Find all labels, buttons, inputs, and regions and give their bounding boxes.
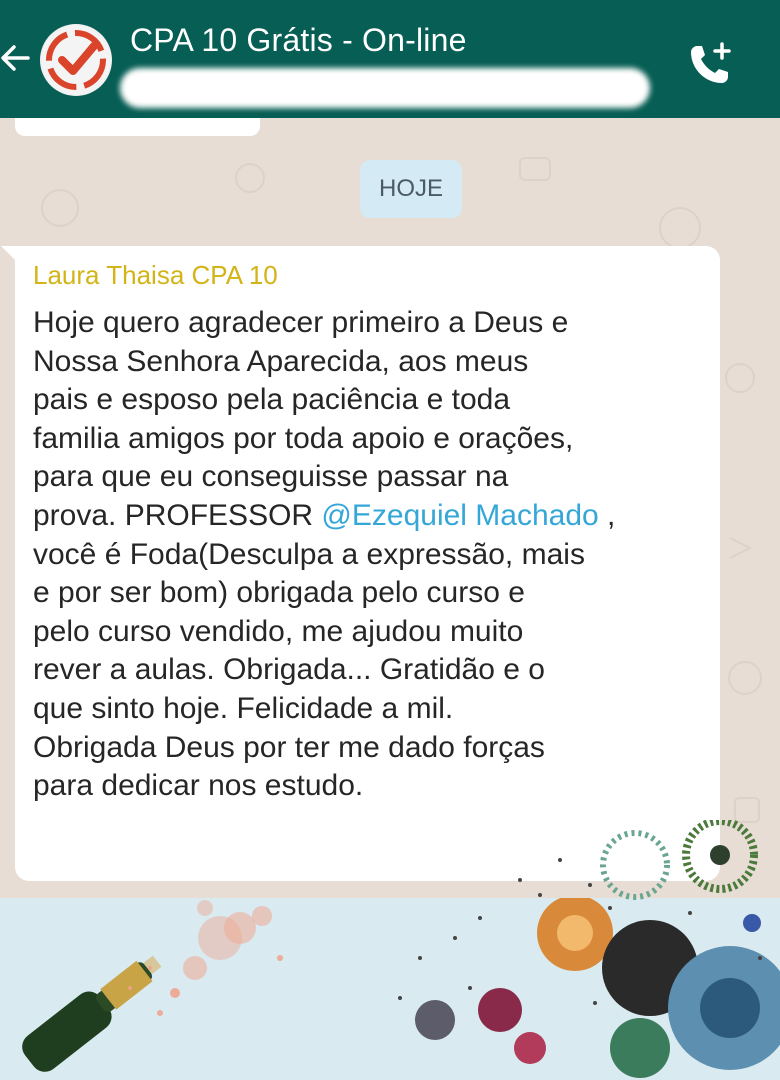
message-text: Hoje quero agradecer primeiro a Deus e N… [33,304,713,806]
celebration-sticker [0,898,780,1080]
champagne-bottle-icon [22,955,162,1072]
chat-header: CPA 10 Grátis - On-line [0,0,780,118]
back-arrow-icon[interactable] [0,38,38,78]
add-call-icon[interactable] [684,38,736,90]
chat-area[interactable]: HOJE Laura Thaisa CPA 10 Hoje quero agra… [0,118,780,898]
redacted-subtitle [120,68,650,108]
mention-link[interactable]: @Ezequiel Machado [321,499,598,532]
chat-title[interactable]: CPA 10 Grátis - On-line [130,22,467,59]
message-sender[interactable]: Laura Thaisa CPA 10 [33,260,278,291]
previous-message-bubble [15,118,260,136]
fireworks-top [518,820,758,900]
message-text-part: , você é Foda(Desculpa a expressão, mais… [33,498,616,803]
fireworks [398,898,780,1078]
message-bubble[interactable]: Laura Thaisa CPA 10 Hoje quero agradecer… [1,246,720,881]
date-divider: HOJE [360,160,462,218]
group-avatar[interactable] [40,24,112,96]
